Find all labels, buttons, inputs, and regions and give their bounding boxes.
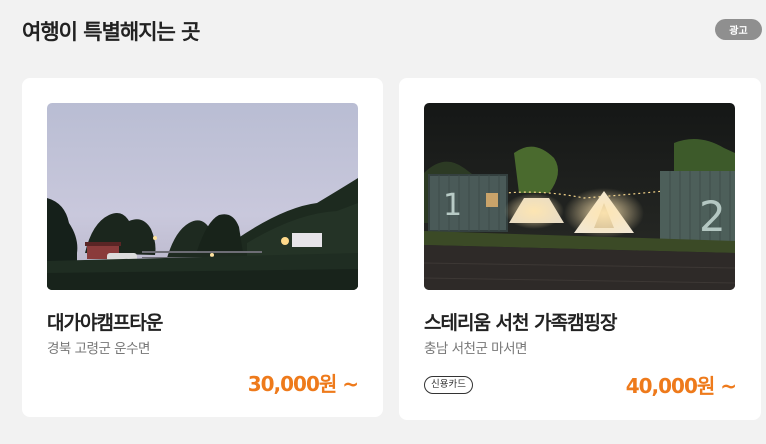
photo-number-2: 2 [699, 192, 726, 241]
camp-card[interactable]: 1 2 스테리움 서천 가족캠핑장 충남 서천군 마서면 신용카드 40,000… [399, 78, 761, 420]
camp-location: 충남 서천군 마서면 [424, 341, 527, 357]
credit-card-badge: 신용카드 [424, 376, 473, 394]
camp-price: 30,000원 ~ [247, 372, 359, 396]
camp-night-tents-photo: 1 2 [424, 103, 735, 290]
camp-photo[interactable] [47, 103, 358, 290]
camp-name[interactable]: 스테리움 서천 가족캠핑장 [424, 308, 618, 335]
section-title: 여행이 특별해지는 곳 [22, 20, 201, 44]
camp-name[interactable]: 대가야캠프타운 [47, 308, 163, 335]
camp-photo[interactable]: 1 2 [424, 103, 735, 290]
camp-location: 경북 고령군 운수면 [47, 341, 150, 357]
ad-badge[interactable]: 광고 [715, 19, 762, 40]
photo-number-1: 1 [443, 188, 462, 223]
camp-price: 40,000원 ~ [625, 374, 737, 398]
camp-card[interactable]: 대가야캠프타운 경북 고령군 운수면 30,000원 ~ [22, 78, 383, 417]
camp-dusk-photo [47, 103, 358, 290]
